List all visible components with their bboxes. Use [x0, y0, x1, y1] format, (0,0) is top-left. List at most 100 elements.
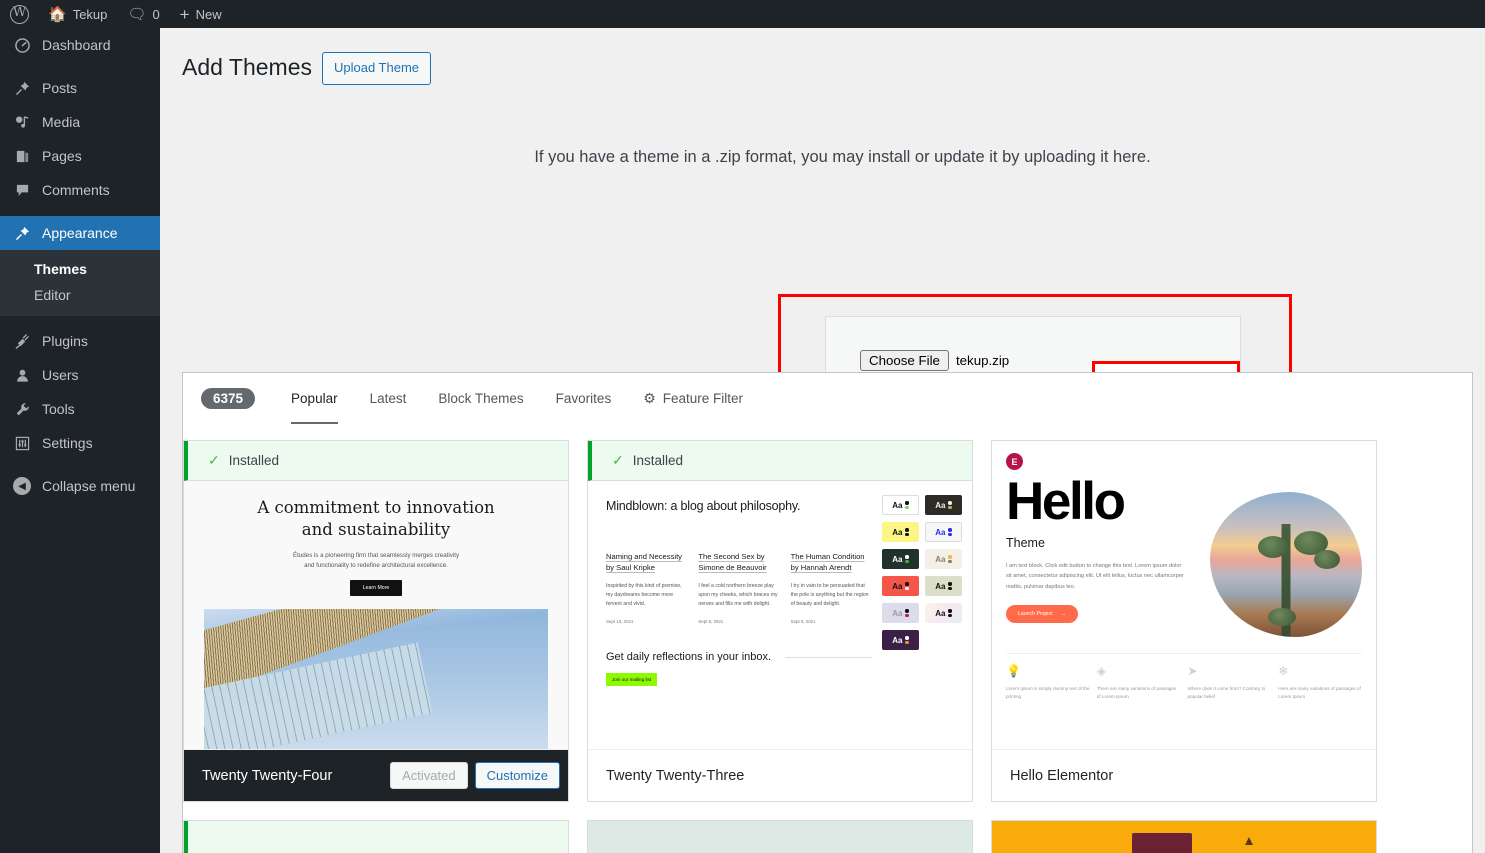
preview-article-body: I feel a cold northern breeze play upon …: [698, 583, 778, 607]
upload-help-text: If you have a theme in a .zip format, yo…: [534, 147, 1151, 166]
theme-screenshot[interactable]: [992, 821, 1376, 853]
sidebar-item-users[interactable]: Users: [0, 358, 160, 392]
sidebar-subitem-editor[interactable]: Editor: [0, 282, 160, 308]
sidebar-divider: [0, 62, 160, 71]
arrow-right-icon: →: [1060, 611, 1066, 618]
preview-feature-text: Where does it come from? Contrary to pop…: [1187, 686, 1266, 700]
sidebar-item-settings[interactable]: Settings: [0, 426, 160, 460]
snowflake-icon: ❄: [1278, 664, 1289, 678]
diamond-icon: ◈: [1096, 664, 1106, 678]
feature-filter-label: Feature Filter: [662, 391, 744, 406]
color-swatch: Aa: [882, 576, 919, 596]
theme-screenshot[interactable]: [588, 821, 972, 853]
tab-block-themes[interactable]: Block Themes: [422, 373, 539, 425]
color-swatch: Aa: [882, 522, 919, 542]
theme-card[interactable]: [991, 820, 1377, 853]
preview-hello-heading: Hello: [1006, 472, 1126, 531]
sidebar-item-label: Tools: [42, 401, 75, 417]
color-swatch: Aa: [925, 495, 962, 515]
theme-card[interactable]: ✓ Installed Mindblown: a blog about phil…: [587, 440, 973, 802]
wrench-icon: [12, 402, 32, 417]
comment-bubble-icon: 🗨: [127, 6, 147, 23]
sidebar-item-collapse-menu[interactable]: ◀ Collapse menu: [0, 469, 160, 503]
swatch-label: Aa: [892, 500, 903, 510]
page-header: Add Themes Upload Theme: [160, 28, 1485, 85]
preview-article: Naming and Necessity by Saul Kripke Insp…: [606, 551, 687, 624]
feature-filter-button[interactable]: ⚙ Feature Filter: [627, 373, 759, 425]
sidebar-item-plugins[interactable]: Plugins: [0, 324, 160, 358]
preview-article: The Second Sex by Simone de Beauvoir I f…: [698, 551, 779, 624]
theme-name: Twenty Twenty-Four: [202, 767, 333, 784]
theme-card[interactable]: E Hello Theme I am text block. Click edi…: [991, 440, 1377, 802]
upload-theme-button[interactable]: Upload Theme: [321, 52, 432, 85]
preview-feature-row: 💡 Lorem Ipsum is simply dummy text of th…: [1006, 653, 1362, 701]
tab-favorites[interactable]: Favorites: [540, 373, 628, 425]
preview-feature: ❄ Here are many variations of passages o…: [1278, 665, 1362, 701]
sidebar-item-dashboard[interactable]: Dashboard: [0, 28, 160, 62]
color-swatch: Aa: [882, 549, 919, 569]
color-swatch: Aa: [925, 603, 962, 623]
preview-architecture-photo: [204, 609, 548, 749]
theme-name: Hello Elementor: [1010, 767, 1114, 784]
sidebar-item-comments[interactable]: Comments: [0, 173, 160, 207]
preview-heading-line2: and sustainability: [301, 520, 451, 540]
preview-body-text: I am text block. Click edit button to ch…: [1006, 563, 1184, 590]
preview-body-line1: Études is a pioneering firm that seamles…: [292, 551, 460, 559]
user-icon: [12, 368, 32, 383]
admin-bar: 🏠 Tekup 🗨 0 + New: [0, 0, 1485, 28]
sidebar-item-tools[interactable]: Tools: [0, 392, 160, 426]
color-swatch: Aa: [882, 603, 919, 623]
preview-article-title: The Second Sex by Simone de Beauvoir: [698, 552, 767, 572]
theme-card[interactable]: [587, 820, 973, 853]
swatch-dots: [905, 636, 909, 644]
swatch-label: Aa: [892, 581, 903, 591]
theme-card-footer: Twenty Twenty-Three: [588, 749, 972, 801]
preview-cactus-photo: [1209, 492, 1362, 637]
sidebar-item-label: Settings: [42, 435, 93, 451]
elementor-logo-icon: E: [1006, 453, 1023, 470]
comments-button[interactable]: 🗨 0: [117, 0, 169, 28]
color-swatch: Aa: [882, 495, 919, 515]
new-content-button[interactable]: + New: [170, 0, 232, 28]
theme-screenshot[interactable]: A commitment to innovation and sustainab…: [184, 481, 568, 749]
page-icon: [12, 149, 32, 164]
customize-button[interactable]: Customize: [474, 762, 560, 789]
preview-heading: A commitment to innovation and sustainab…: [184, 481, 568, 542]
tab-popular[interactable]: Popular: [275, 373, 354, 425]
preview-subscribe-block: Get daily reflections in your inbox. Joi…: [606, 650, 872, 687]
checkmark-icon: ✓: [612, 452, 624, 468]
theme-card[interactable]: [183, 820, 569, 853]
swatch-label: Aa: [892, 554, 903, 564]
sidebar-subitem-themes[interactable]: Themes: [0, 256, 160, 282]
paintbrush-icon: [12, 226, 32, 241]
wordpress-logo-button[interactable]: [0, 0, 38, 28]
theme-card[interactable]: ✓ Installed A commitment to innovation a…: [183, 440, 569, 802]
swatch-dots: [948, 501, 952, 509]
swatch-label: Aa: [892, 608, 903, 618]
selected-file-name: tekup.zip: [955, 353, 1010, 369]
theme-screenshot[interactable]: Mindblown: a blog about philosophy. Nami…: [588, 481, 972, 749]
theme-name: Twenty Twenty-Three: [606, 767, 745, 784]
sidebar-item-posts[interactable]: Posts: [0, 71, 160, 105]
tab-latest[interactable]: Latest: [354, 373, 423, 425]
sidebar-item-pages[interactable]: Pages: [0, 139, 160, 173]
theme-screenshot[interactable]: E Hello Theme I am text block. Click edi…: [992, 441, 1376, 749]
preview-article-columns: Naming and Necessity by Saul Kripke Insp…: [606, 551, 872, 624]
preview-article-date: Sept 8, 2021: [698, 618, 724, 624]
swatch-label: Aa: [935, 581, 946, 591]
swatch-label: Aa: [935, 554, 946, 564]
swatch-dots: [948, 528, 952, 536]
preview-feature: ➤ Where does it come from? Contrary to p…: [1188, 665, 1272, 701]
sidebar-item-label: Pages: [42, 148, 82, 164]
choose-file-button[interactable]: Choose File: [860, 350, 949, 372]
sidebar-item-media[interactable]: Media: [0, 105, 160, 139]
swatch-dots: [905, 555, 909, 563]
site-name-button[interactable]: 🏠 Tekup: [38, 0, 117, 28]
sidebar-divider: [0, 460, 160, 469]
swatch-dots: [948, 555, 952, 563]
color-swatch: Aa: [925, 576, 962, 596]
sidebar-subitem-label: Themes: [34, 261, 87, 277]
preview-body-line2: and functionality to redefine architectu…: [304, 561, 448, 569]
preview-subscribe-heading: Get daily reflections in your inbox.: [606, 650, 772, 663]
sidebar-item-appearance[interactable]: Appearance: [0, 216, 168, 250]
